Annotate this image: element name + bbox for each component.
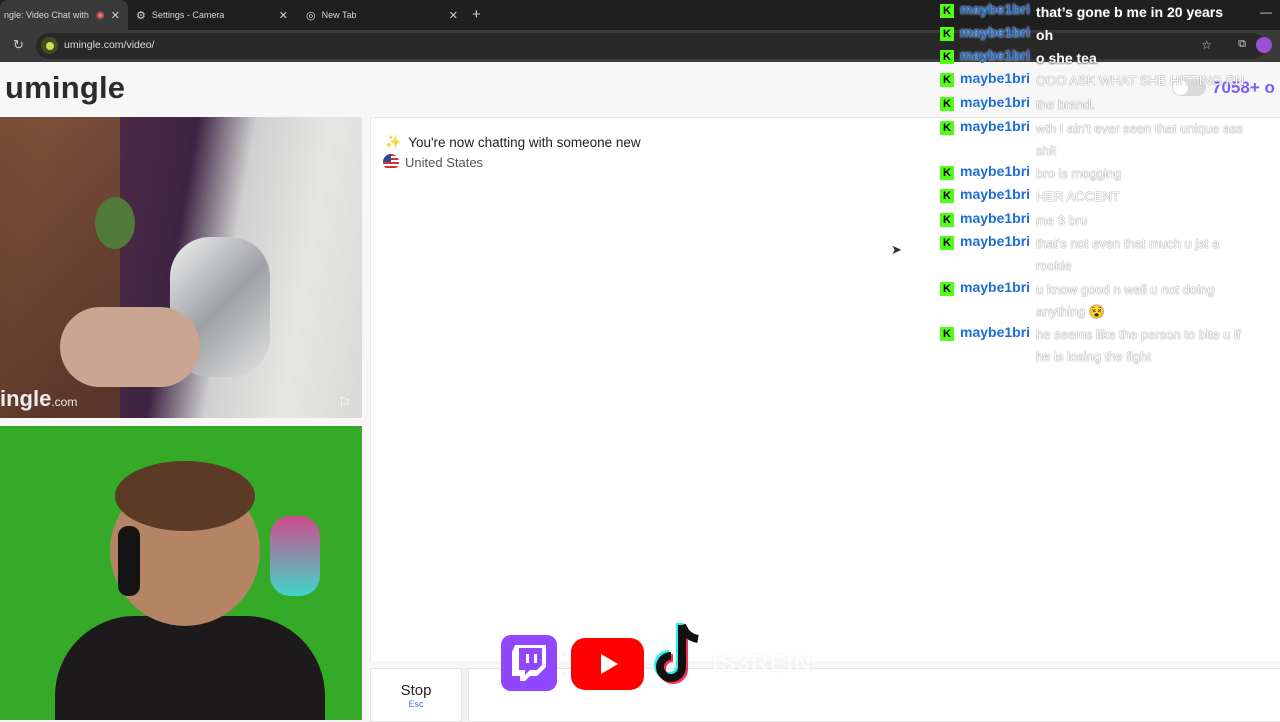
close-tab-icon[interactable]: ✕ [279, 9, 296, 22]
youtube-logo-icon [571, 638, 644, 690]
stream-chat-message: Kmaybe1bri HER ACCENT [940, 186, 1258, 208]
stop-button[interactable]: Stop Esc [370, 668, 462, 722]
kick-icon: K [940, 73, 954, 87]
minimize-icon[interactable]: — [1260, 5, 1272, 19]
recording-icon: ◉ [96, 9, 105, 21]
chrome-icon: ◎ [306, 9, 316, 22]
streamer-handle: IS3REIN [712, 650, 813, 677]
kick-icon: K [940, 50, 954, 64]
sparkle-icon: ✨ [385, 134, 402, 149]
stream-chat-message: Kmaybe1bri he seems like the person to bi… [940, 324, 1258, 368]
kick-icon: K [940, 327, 954, 341]
stream-chat-message: Kmaybe1bri that’s gone b me in 20 years [940, 1, 1258, 23]
kick-icon: K [940, 236, 954, 250]
tab-settings-camera[interactable]: ⚙ Settings - Camera ✕ [136, 0, 296, 30]
us-flag-icon [383, 154, 399, 170]
kick-icon: K [940, 213, 954, 227]
stream-chat-message: Kmaybe1bri oh [940, 24, 1258, 46]
stream-chat-message: Kmaybe1bri the brand. [940, 94, 1258, 116]
gear-icon: ⚙ [136, 9, 146, 22]
stop-shortcut: Esc [408, 698, 424, 709]
tiktok-logo-icon [650, 620, 710, 692]
kick-icon: K [940, 189, 954, 203]
new-tab-button[interactable]: + [472, 6, 481, 23]
tab-new-tab[interactable]: ◎ New Tab ✕ [306, 0, 466, 30]
kick-icon: K [940, 121, 954, 135]
kick-icon: K [940, 282, 954, 296]
stream-chat-message: Kmaybe1bri bro is mogging [940, 163, 1258, 185]
remote-video: ingle.com ⚐ [0, 117, 362, 418]
url-text: umingle.com/video/ [64, 39, 155, 51]
country-label: United States [405, 154, 484, 170]
profile-avatar[interactable] [1256, 37, 1272, 53]
window-controls: — [1260, 5, 1272, 19]
partner-country: United States [383, 154, 483, 170]
stream-chat-message: Kmaybe1bri that's not even that much u js… [940, 233, 1258, 277]
tab-title: Settings - Camera [151, 10, 225, 20]
tab-umingle[interactable]: ngle: Video Chat with S ◉ ✕ [0, 0, 128, 30]
tab-title: ngle: Video Chat with S [4, 10, 91, 20]
close-tab-icon[interactable]: ✕ [449, 9, 466, 22]
twitch-logo-icon [501, 635, 557, 691]
system-message: ✨ You're now chatting with someone new [385, 134, 641, 150]
site-logo[interactable]: umingle [5, 70, 125, 106]
stop-label: Stop [400, 681, 432, 699]
stream-chat-message: Kmaybe1bri o she tea [940, 47, 1258, 69]
stream-chat-message: Kmaybe1bri u know good n well u not doing… [940, 279, 1258, 323]
kick-icon: K [940, 27, 954, 41]
status-message: You're now chatting with someone new [408, 134, 641, 150]
stream-chat-message: Kmaybe1bri OOO ASK WHAT SHE HITTING RN [940, 70, 1258, 92]
mouse-cursor-icon: ➤ [891, 242, 902, 257]
close-tab-icon[interactable]: ✕ [111, 9, 128, 22]
local-video [0, 426, 362, 720]
stream-chat-message: Kmaybe1bri me 3 bru [940, 210, 1258, 232]
tab-title: New Tab [321, 10, 357, 20]
kick-icon: K [940, 97, 954, 111]
reload-icon[interactable]: ↻ [13, 37, 24, 53]
kick-icon: K [940, 166, 954, 180]
stream-chat-message: Kmaybe1bri wth I ain't ever seen that uni… [940, 118, 1258, 162]
report-flag-icon[interactable]: ⚐ [338, 394, 356, 412]
kick-icon: K [940, 4, 954, 18]
video-watermark: ingle.com [0, 386, 78, 411]
site-info-icon[interactable] [41, 37, 58, 54]
